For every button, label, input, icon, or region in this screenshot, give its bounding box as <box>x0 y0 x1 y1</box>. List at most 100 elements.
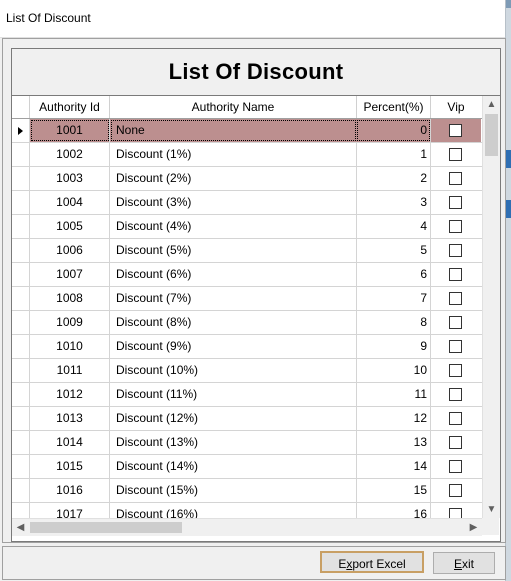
cell-percent[interactable]: 14 <box>356 455 431 478</box>
cell-authority-id[interactable]: 1004 <box>30 191 110 214</box>
cell-authority-name[interactable]: Discount (14%) <box>110 455 357 478</box>
cell-authority-id[interactable]: 1009 <box>30 311 110 334</box>
exit-button[interactable]: Exit <box>433 552 495 574</box>
table-row[interactable]: 1008 Discount (7%) 7 <box>12 287 482 311</box>
cell-authority-name[interactable]: Discount (7%) <box>110 287 357 310</box>
cell-vip[interactable] <box>431 503 481 518</box>
vip-checkbox[interactable] <box>449 436 462 449</box>
vip-checkbox[interactable] <box>449 340 462 353</box>
row-header-cell[interactable] <box>12 191 30 214</box>
cell-vip[interactable] <box>431 479 481 502</box>
cell-authority-id[interactable]: 1011 <box>30 359 110 382</box>
cell-authority-name[interactable]: Discount (13%) <box>110 431 357 454</box>
column-header-authority-id[interactable]: Authority Id <box>30 96 110 118</box>
cell-vip[interactable] <box>431 167 481 190</box>
row-header-cell[interactable] <box>12 239 30 262</box>
column-header-vip[interactable]: Vip <box>431 96 481 118</box>
vip-checkbox[interactable] <box>449 196 462 209</box>
cell-authority-id[interactable]: 1006 <box>30 239 110 262</box>
cell-authority-id[interactable]: 1002 <box>30 143 110 166</box>
cell-authority-name[interactable]: Discount (4%) <box>110 215 357 238</box>
row-header-cell[interactable] <box>12 503 30 518</box>
row-header-cell[interactable] <box>12 335 30 358</box>
cell-percent[interactable]: 2 <box>356 167 431 190</box>
cell-vip[interactable] <box>431 335 481 358</box>
cell-authority-id[interactable]: 1013 <box>30 407 110 430</box>
cell-authority-id[interactable]: 1008 <box>30 287 110 310</box>
vip-checkbox[interactable] <box>449 220 462 233</box>
vertical-scroll-thumb[interactable] <box>485 114 498 156</box>
row-header-cell[interactable] <box>12 359 30 382</box>
vip-checkbox[interactable] <box>449 124 462 137</box>
table-row[interactable]: 1016 Discount (15%) 15 <box>12 479 482 503</box>
cell-authority-name[interactable]: Discount (11%) <box>110 383 357 406</box>
scroll-up-icon[interactable]: ▲ <box>483 96 500 113</box>
vip-checkbox[interactable] <box>449 508 462 518</box>
table-row[interactable]: 1001 None 0 <box>12 119 482 143</box>
cell-authority-id[interactable]: 1001 <box>30 119 110 142</box>
cell-percent[interactable]: 12 <box>356 407 431 430</box>
discount-grid[interactable]: Authority Id Authority Name Percent(%) V… <box>11 95 501 542</box>
export-excel-button[interactable]: Export Excel <box>320 551 424 573</box>
vip-checkbox[interactable] <box>449 460 462 473</box>
cell-authority-id[interactable]: 1015 <box>30 455 110 478</box>
row-header-cell[interactable] <box>12 455 30 478</box>
column-header-percent[interactable]: Percent(%) <box>357 96 431 118</box>
cell-percent[interactable]: 1 <box>356 143 431 166</box>
cell-vip[interactable] <box>431 239 481 262</box>
cell-authority-name[interactable]: Discount (6%) <box>110 263 357 286</box>
cell-percent[interactable]: 15 <box>356 479 431 502</box>
cell-vip[interactable] <box>431 263 481 286</box>
table-row[interactable]: 1003 Discount (2%) 2 <box>12 167 482 191</box>
scroll-left-icon[interactable]: ◀ <box>12 519 29 536</box>
cell-authority-id[interactable]: 1003 <box>30 167 110 190</box>
table-row[interactable]: 1011 Discount (10%) 10 <box>12 359 482 383</box>
table-row[interactable]: 1017 Discount (16%) 16 <box>12 503 482 518</box>
table-row[interactable]: 1009 Discount (8%) 8 <box>12 311 482 335</box>
row-header-cell[interactable] <box>12 287 30 310</box>
row-header-cell[interactable] <box>12 215 30 238</box>
vip-checkbox[interactable] <box>449 148 462 161</box>
scroll-down-icon[interactable]: ▼ <box>483 501 500 518</box>
row-header-cell[interactable] <box>12 143 30 166</box>
cell-percent[interactable]: 3 <box>356 191 431 214</box>
table-row[interactable]: 1015 Discount (14%) 14 <box>12 455 482 479</box>
cell-vip[interactable] <box>431 407 481 430</box>
vip-checkbox[interactable] <box>449 172 462 185</box>
row-header-cell[interactable] <box>12 119 30 142</box>
table-row[interactable]: 1014 Discount (13%) 13 <box>12 431 482 455</box>
cell-vip[interactable] <box>431 311 481 334</box>
row-header-cell[interactable] <box>12 167 30 190</box>
row-header-cell[interactable] <box>12 383 30 406</box>
row-header-cell[interactable] <box>12 263 30 286</box>
cell-authority-id[interactable]: 1017 <box>30 503 110 518</box>
cell-percent[interactable]: 4 <box>356 215 431 238</box>
cell-authority-id[interactable]: 1010 <box>30 335 110 358</box>
cell-vip[interactable] <box>431 287 481 310</box>
cell-percent[interactable]: 11 <box>356 383 431 406</box>
vip-checkbox[interactable] <box>449 268 462 281</box>
cell-authority-name[interactable]: Discount (10%) <box>110 359 357 382</box>
table-row[interactable]: 1013 Discount (12%) 12 <box>12 407 482 431</box>
cell-percent[interactable]: 16 <box>356 503 431 518</box>
scroll-right-icon[interactable]: ▶ <box>465 519 482 536</box>
cell-authority-id[interactable]: 1012 <box>30 383 110 406</box>
vip-checkbox[interactable] <box>449 484 462 497</box>
cell-percent[interactable]: 0 <box>356 119 431 142</box>
cell-percent[interactable]: 7 <box>356 287 431 310</box>
cell-percent[interactable]: 9 <box>356 335 431 358</box>
table-row[interactable]: 1002 Discount (1%) 1 <box>12 143 482 167</box>
row-header-cell[interactable] <box>12 407 30 430</box>
cell-authority-id[interactable]: 1016 <box>30 479 110 502</box>
table-row[interactable]: 1010 Discount (9%) 9 <box>12 335 482 359</box>
cell-vip[interactable] <box>431 119 481 142</box>
cell-vip[interactable] <box>431 431 481 454</box>
cell-percent[interactable]: 6 <box>356 263 431 286</box>
cell-authority-name[interactable]: Discount (15%) <box>110 479 357 502</box>
cell-vip[interactable] <box>431 215 481 238</box>
vip-checkbox[interactable] <box>449 364 462 377</box>
cell-percent[interactable]: 8 <box>356 311 431 334</box>
cell-authority-name[interactable]: Discount (16%) <box>110 503 357 518</box>
cell-percent[interactable]: 10 <box>356 359 431 382</box>
cell-authority-name[interactable]: Discount (3%) <box>110 191 357 214</box>
